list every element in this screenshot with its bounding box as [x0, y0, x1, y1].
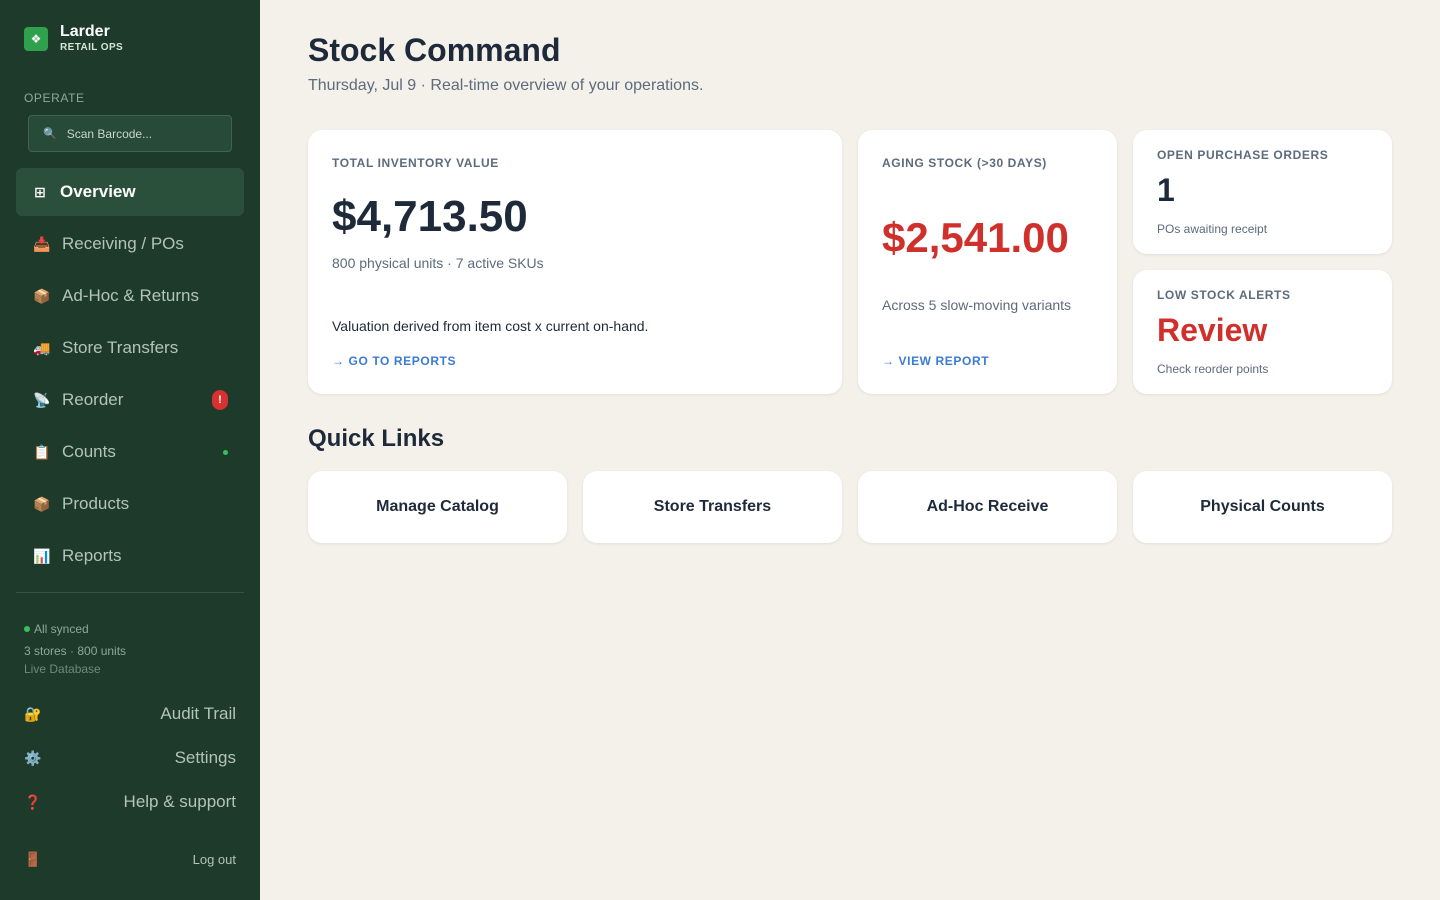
main-content: Stock Command Thursday, Jul 9 · Real-tim…: [260, 0, 1440, 900]
sidebar-item-reorder[interactable]: 📡 Reorder !: [16, 376, 244, 424]
status-dot: [223, 449, 228, 455]
brand[interactable]: ❖ Larder RETAIL OPS: [24, 24, 123, 53]
sidebar-item-receiving[interactable]: 📥 Receiving / POs: [16, 220, 244, 268]
low-stock-detail: Check reorder points: [1157, 362, 1269, 376]
question-icon: ❓: [24, 793, 42, 810]
inventory-value-card: TOTAL INVENTORY VALUE $4,713.50 800 phys…: [308, 130, 842, 394]
open-po-count: 1: [1157, 172, 1175, 208]
aging-stock-detail: Across 5 slow-moving variants: [882, 297, 1072, 313]
sync-dot: [24, 626, 30, 632]
aging-stock-value: $2,541.00: [882, 214, 1069, 261]
sidebar-item-label: Products: [62, 494, 130, 513]
scan-barcode-field[interactable]: 🔍: [28, 115, 232, 152]
sidebar-item-label: Reorder: [62, 390, 124, 409]
logout-label: Log out: [192, 852, 236, 867]
sync-detail: 3 stores · 800 units: [24, 644, 127, 658]
inventory-note: Valuation derived from item cost x curre…: [332, 318, 649, 334]
package-icon: 📦: [33, 287, 51, 304]
card-label: OPEN PURCHASE ORDERS: [1157, 148, 1329, 162]
aging-stock-card: AGING STOCK (>30 DAYS) $2,541.00 Across …: [858, 130, 1117, 394]
sidebar-item-store-transfers[interactable]: 🚚 Store Transfers: [16, 324, 244, 372]
lock-icon: 🔐: [24, 705, 42, 722]
brand-subtitle: RETAIL OPS: [60, 42, 124, 53]
open-purchase-orders-card[interactable]: OPEN PURCHASE ORDERS 1 POs awaiting rece…: [1133, 130, 1392, 254]
grid-icon: ⊞: [34, 183, 46, 200]
sidebar-item-label: Store Transfers: [62, 338, 179, 357]
sidebar-nav: ⊞ Overview 📥 Receiving / POs 📦 Ad-Hoc & …: [16, 168, 244, 584]
scan-barcode-input[interactable]: [66, 126, 217, 141]
open-po-detail: POs awaiting receipt: [1157, 222, 1268, 236]
logout-button[interactable]: 🚪 Log out: [24, 851, 236, 868]
truck-icon: 🚚: [33, 339, 51, 356]
help-support-link[interactable]: ❓ Help & support: [24, 792, 236, 812]
sidebar-item-adhoc-returns[interactable]: 📦 Ad-Hoc & Returns: [16, 272, 244, 320]
sidebar: ❖ Larder RETAIL OPS OPERATE 🔍 ⊞ Overview…: [0, 0, 260, 900]
page-subtitle: Thursday, Jul 9 · Real-time overview of …: [308, 77, 704, 94]
sidebar-item-label: Reports: [62, 546, 122, 565]
search-icon: 🔍: [43, 128, 57, 140]
quick-links-title: Quick Links: [308, 425, 445, 452]
card-label: AGING STOCK (>30 DAYS): [882, 156, 1047, 170]
quick-link-adhoc-receive[interactable]: Ad-Hoc Receive: [858, 471, 1117, 543]
sync-status: All synced 3 stores · 800 units Live Dat…: [24, 618, 126, 676]
card-label: LOW STOCK ALERTS: [1157, 288, 1291, 302]
sync-status-text: All synced: [34, 622, 89, 636]
satellite-icon: 📡: [33, 391, 51, 408]
package-icon: 📦: [33, 495, 51, 512]
alert-badge: !: [212, 390, 228, 410]
brand-name: Larder: [60, 23, 110, 40]
inventory-detail: 800 physical units · 7 active SKUs: [332, 255, 544, 271]
diamond-icon: ❖: [24, 26, 48, 51]
help-support-label: Help & support: [123, 792, 236, 811]
go-to-reports-link[interactable]: → GO TO REPORTS: [332, 354, 456, 368]
low-stock-value: Review: [1157, 312, 1268, 348]
clipboard-icon: 📋: [33, 443, 51, 460]
section-label-operate: OPERATE: [24, 91, 85, 105]
sidebar-item-label: Ad-Hoc & Returns: [62, 286, 199, 305]
sidebar-item-label: Counts: [62, 442, 116, 461]
audit-trail-link[interactable]: 🔐 Audit Trail: [24, 704, 236, 724]
sidebar-item-products[interactable]: 📦 Products: [16, 480, 244, 528]
sidebar-divider: [16, 592, 244, 593]
bar-chart-icon: 📊: [33, 547, 51, 564]
sync-source: Live Database: [24, 662, 101, 676]
sidebar-item-counts[interactable]: 📋 Counts: [16, 428, 244, 476]
card-label: TOTAL INVENTORY VALUE: [332, 156, 499, 170]
sidebar-item-label: Receiving / POs: [62, 234, 184, 253]
sidebar-item-reports[interactable]: 📊 Reports: [16, 532, 244, 580]
inventory-value: $4,713.50: [332, 192, 528, 241]
audit-trail-label: Audit Trail: [160, 704, 236, 723]
gear-icon: ⚙️: [24, 749, 42, 766]
inbox-icon: 📥: [33, 235, 51, 252]
page-title: Stock Command: [308, 32, 561, 68]
sidebar-item-overview[interactable]: ⊞ Overview: [16, 168, 244, 216]
sidebar-item-label: Overview: [60, 182, 136, 201]
settings-link[interactable]: ⚙️ Settings: [24, 748, 236, 768]
door-icon: 🚪: [24, 851, 42, 867]
quick-link-physical-counts[interactable]: Physical Counts: [1133, 471, 1392, 543]
view-report-link[interactable]: → VIEW REPORT: [882, 354, 989, 368]
quick-link-store-transfers[interactable]: Store Transfers: [583, 471, 842, 543]
quick-link-manage-catalog[interactable]: Manage Catalog: [308, 471, 567, 543]
settings-label: Settings: [174, 748, 236, 767]
low-stock-alerts-card[interactable]: LOW STOCK ALERTS Review Check reorder po…: [1133, 270, 1392, 394]
